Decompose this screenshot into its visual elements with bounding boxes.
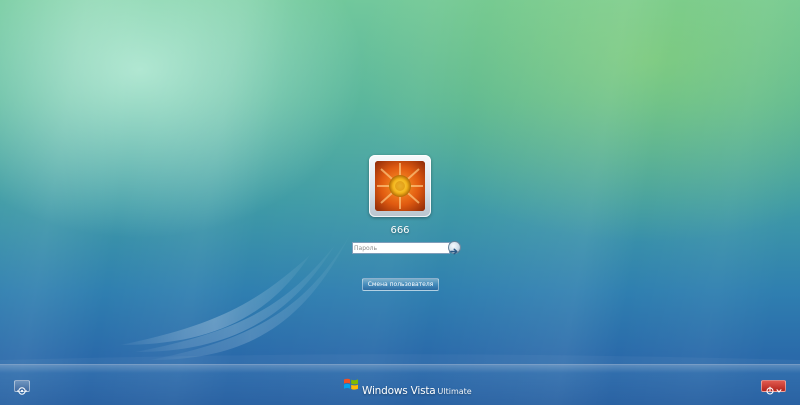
power-icon — [766, 386, 782, 395]
user-avatar[interactable] — [369, 155, 431, 217]
username-label: 666 — [390, 225, 410, 236]
brand-text: Windows Vista Ultimate — [362, 379, 472, 398]
windows-branding: Windows Vista Ultimate — [343, 376, 473, 398]
ease-of-access-icon — [17, 387, 27, 395]
login-panel: 666 Смена пользователя — [0, 152, 800, 302]
login-screen: 666 Смена пользователя Windows Vista Ult… — [0, 0, 800, 405]
submit-button[interactable] — [448, 241, 461, 255]
windows-logo-icon — [344, 378, 358, 390]
ease-of-access-button[interactable] — [14, 380, 30, 395]
switch-user-button[interactable]: Смена пользователя — [362, 278, 439, 291]
product-name: Windows Vista — [362, 385, 436, 397]
arrow-right-icon — [450, 248, 458, 255]
password-row — [352, 241, 472, 256]
orange-flower-icon — [375, 161, 425, 211]
password-input[interactable] — [352, 242, 450, 254]
edition-name: Ultimate — [437, 387, 472, 396]
power-button[interactable] — [761, 380, 786, 395]
